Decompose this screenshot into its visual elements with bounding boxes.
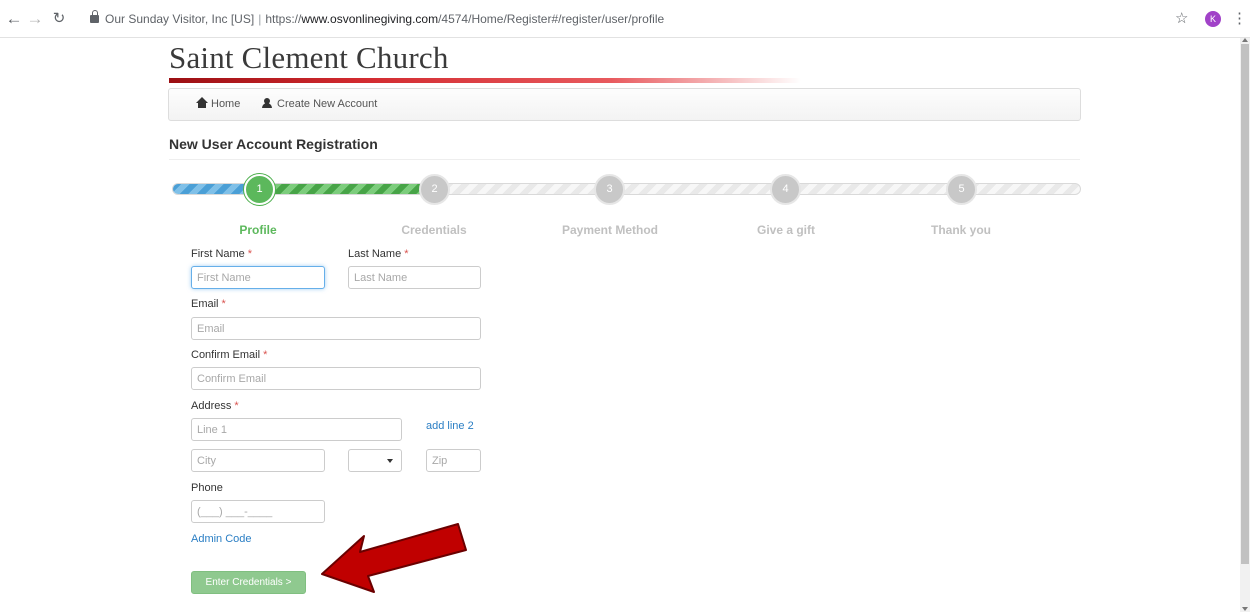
browser-toolbar: ← → ↻ Our Sunday Visitor, Inc [US] | https… xyxy=(0,0,1250,38)
page-title: New User Account Registration xyxy=(169,136,378,152)
breadcrumb-create-account[interactable]: Create New Account xyxy=(262,89,377,120)
last-name-label-text: Last Name xyxy=(348,248,402,260)
site-origin-label: Our Sunday Visitor, Inc [US] xyxy=(105,12,255,26)
url-path: /4574/Home/Register#/register/user/profi… xyxy=(438,12,665,26)
wizard-step-2[interactable]: 2 xyxy=(419,174,450,205)
address-label-text: Address xyxy=(191,400,232,412)
home-icon xyxy=(196,97,208,108)
last-name-field[interactable] xyxy=(348,266,481,289)
wizard-step-label-gift[interactable]: Give a gift xyxy=(721,223,851,237)
wizard-step-label-payment[interactable]: Payment Method xyxy=(545,223,675,237)
url-scheme: https:// xyxy=(265,12,302,26)
page-scrollbar[interactable] xyxy=(1240,38,1250,612)
zip-field[interactable] xyxy=(426,449,481,472)
scroll-down-icon[interactable] xyxy=(1242,607,1248,611)
city-field[interactable] xyxy=(191,449,325,472)
progress-fill-start xyxy=(173,184,248,194)
required-marker: * xyxy=(234,400,239,412)
admin-code-link[interactable]: Admin Code xyxy=(191,533,252,545)
required-marker: * xyxy=(404,248,409,260)
back-arrow-icon[interactable]: ← xyxy=(4,9,24,29)
breadcrumb-home[interactable]: Home xyxy=(196,89,241,120)
title-underline xyxy=(169,78,801,83)
chevron-down-icon xyxy=(387,459,393,463)
required-marker: * xyxy=(263,349,268,361)
confirm-email-label-text: Confirm Email xyxy=(191,349,261,361)
first-name-field[interactable] xyxy=(191,266,325,289)
reload-icon[interactable]: ↻ xyxy=(49,9,69,29)
add-line-2-link[interactable]: add line 2 xyxy=(426,420,474,432)
address-line1-field[interactable] xyxy=(191,418,402,441)
menu-kebab-icon[interactable]: ⋮ xyxy=(1232,9,1247,29)
phone-field[interactable] xyxy=(191,500,325,523)
forward-arrow-icon[interactable]: → xyxy=(25,9,45,29)
url-host: www.osvonlinegiving.com xyxy=(301,12,439,26)
scroll-up-icon[interactable] xyxy=(1242,38,1248,42)
email-label: Email * xyxy=(191,298,226,310)
last-name-label: Last Name * xyxy=(348,248,408,260)
wizard-step-label-thank-you[interactable]: Thank you xyxy=(896,223,1026,237)
wizard-step-label-credentials[interactable]: Credentials xyxy=(369,223,499,237)
state-select[interactable] xyxy=(348,449,402,472)
email-field[interactable] xyxy=(191,317,481,340)
annotation-arrow-icon xyxy=(321,523,467,593)
wizard-progress-bar xyxy=(172,183,1081,195)
heading-divider xyxy=(169,159,1080,160)
annotation-arrow-shape xyxy=(321,523,467,593)
profile-avatar[interactable]: K xyxy=(1205,11,1221,27)
address-label: Address * xyxy=(191,400,239,412)
url-separator: | xyxy=(258,12,262,26)
breadcrumb-home-label: Home xyxy=(211,98,241,110)
breadcrumb: Home Create New Account xyxy=(168,88,1081,121)
confirm-email-field[interactable] xyxy=(191,367,481,390)
scroll-thumb[interactable] xyxy=(1241,44,1249,564)
star-icon[interactable]: ☆ xyxy=(1175,9,1188,29)
phone-label: Phone xyxy=(191,482,223,494)
first-name-label: First Name * xyxy=(191,248,252,260)
address-bar[interactable]: Our Sunday Visitor, Inc [US] | https://www… xyxy=(80,8,1180,30)
wizard-step-5[interactable]: 5 xyxy=(946,174,977,205)
wizard-step-4[interactable]: 4 xyxy=(770,174,801,205)
wizard-step-3[interactable]: 3 xyxy=(594,174,625,205)
enter-credentials-button[interactable]: Enter Credentials > xyxy=(191,571,306,594)
email-label-text: Email xyxy=(191,298,219,310)
breadcrumb-create-label: Create New Account xyxy=(277,98,378,110)
wizard-step-1[interactable]: 1 xyxy=(244,174,275,205)
user-icon xyxy=(262,98,272,108)
required-marker: * xyxy=(247,248,253,260)
first-name-label-text: First Name xyxy=(191,248,245,260)
required-marker: * xyxy=(221,298,226,310)
wizard-step-label-profile[interactable]: Profile xyxy=(193,223,323,237)
lock-icon xyxy=(90,10,99,23)
confirm-email-label: Confirm Email * xyxy=(191,349,267,361)
church-title: Saint Clement Church xyxy=(169,40,449,75)
